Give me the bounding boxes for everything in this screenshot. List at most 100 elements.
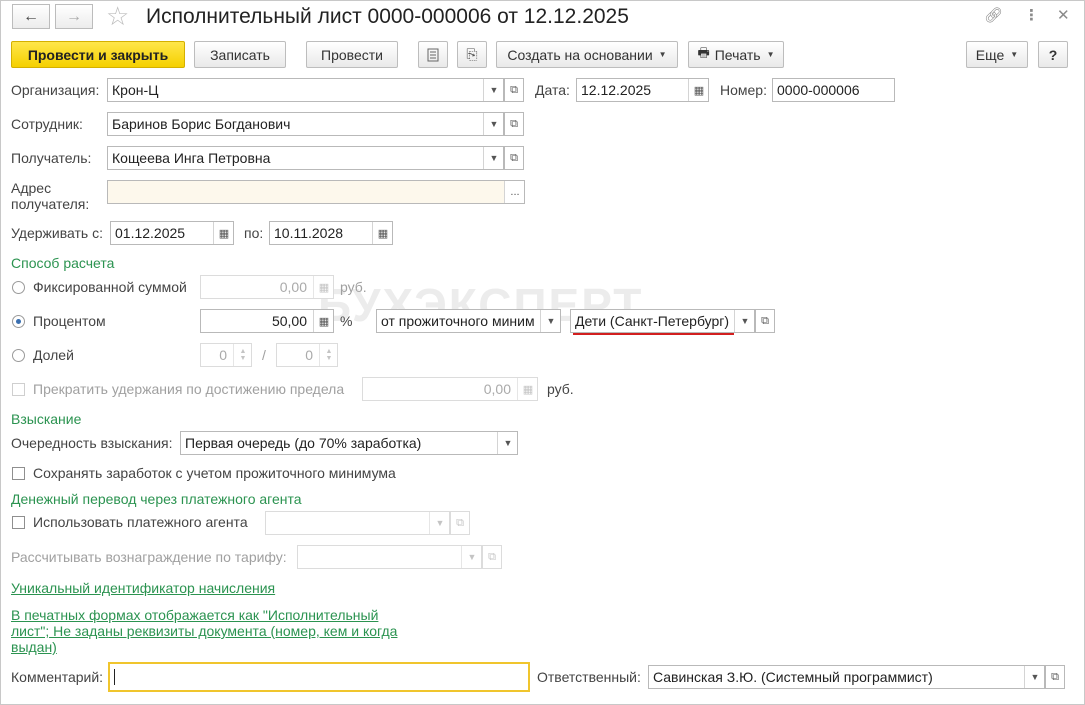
chevron-down-icon[interactable]: ▼ [461,546,481,568]
stop-limit-checkbox[interactable] [12,383,25,396]
fixed-rub-label: руб. [340,279,367,295]
use-agent-checkbox[interactable] [12,516,25,529]
save-button[interactable]: Записать [194,41,286,68]
region-field[interactable]: Дети (Санкт-Петербург) ▼ [570,309,755,333]
journal-button[interactable] [418,41,448,68]
close-icon[interactable]: ✕ [1057,6,1070,26]
order-value: Первая очередь (до 70% заработка) [185,435,422,451]
number-label: Номер: [720,82,767,98]
percent-label: Процентом [33,313,106,329]
calculator-icon[interactable]: ▦ [313,276,333,298]
calendar-icon[interactable]: ▦ [213,222,233,244]
agent-field[interactable]: ▼ [265,511,450,535]
calendar-icon[interactable]: ▦ [372,222,392,244]
uid-link[interactable]: Уникальный идентификатор начисления [11,580,275,596]
percent-base-field[interactable]: от прожиточного миним ▼ [376,309,561,333]
stop-limit-rub: руб. [547,381,574,397]
percent-field[interactable]: 50,00 ▦ [200,309,334,333]
spin-icon[interactable]: ▲ ▼ [233,344,251,366]
withhold-from-field[interactable]: 01.12.2025 ▦ [110,221,234,245]
print-forms-link-line1[interactable]: В печатных формах отображается как "Испо… [11,607,378,623]
chevron-down-icon[interactable]: ▼ [734,310,754,332]
share-label: Долей [33,347,74,363]
share-denominator-value: 0 [305,347,313,363]
percent-value: 50,00 [271,313,307,329]
recipient-field[interactable]: Кощеева Инга Петровна ▼ [107,146,504,170]
recovery-section-title: Взыскание [11,411,82,427]
org-label: Организация: [11,82,100,98]
org-open-button[interactable]: ⧉ [504,78,524,102]
order-field[interactable]: Первая очередь (до 70% заработка) ▼ [180,431,518,455]
link-icon[interactable]: 🔗︎ [984,6,1003,26]
print-button[interactable]: 🖶︎ Печать ▼ [688,41,784,68]
chevron-down-icon[interactable]: ▼ [483,79,503,101]
radio-share[interactable] [12,349,25,362]
arrow-right-icon: → [66,7,82,25]
fixed-amount-value: 0,00 [279,279,307,295]
attach-button[interactable]: ⎘ [457,41,487,68]
tariff-open-button[interactable]: ⧉ [482,545,502,569]
comment-label: Комментарий: [11,669,104,685]
responsible-open-button[interactable]: ⧉ [1045,665,1065,689]
forward-button[interactable]: → [55,4,93,29]
address-label-line2: получателя: [11,196,90,212]
chevron-down-icon[interactable]: ▼ [429,512,449,534]
responsible-field[interactable]: Савинская З.Ю. (Системный программист) ▼ [648,665,1045,689]
calculator-icon[interactable]: ▦ [313,310,333,332]
agent-open-button[interactable]: ⧉ [450,511,470,535]
more-button[interactable]: Еще ▼ [966,41,1028,68]
stop-limit-field[interactable]: 0,00 ▦ [362,377,538,401]
calc-section-title: Способ расчета [11,255,115,271]
share-numerator-field[interactable]: 0 ▲ ▼ [200,343,252,367]
post-and-close-button[interactable]: Провести и закрыть [11,41,185,68]
withhold-to-field[interactable]: 10.11.2028 ▦ [269,221,393,245]
arrow-left-icon: ← [23,7,39,25]
chevron-down-icon[interactable]: ▼ [483,147,503,169]
create-based-on-button[interactable]: Создать на основании ▼ [496,41,678,68]
date-field[interactable]: 12.12.2025 ▦ [576,78,709,102]
print-forms-link-line2[interactable]: лист"; Не заданы реквизиты документа (но… [11,623,397,639]
help-button[interactable]: ? [1038,41,1068,68]
recipient-open-button[interactable]: ⧉ [504,146,524,170]
chevron-down-icon[interactable]: ▼ [483,113,503,135]
chevron-down-icon: ▼ [1010,50,1019,59]
radio-fixed[interactable] [12,281,25,294]
number-field[interactable]: 0000-000006 [772,78,895,102]
tariff-field[interactable]: ▼ [297,545,482,569]
calendar-icon[interactable]: ▦ [688,79,708,101]
back-button[interactable]: ← [12,4,50,29]
comment-field[interactable] [108,662,530,692]
chevron-down-icon[interactable]: ▼ [497,432,517,454]
address-select-button[interactable]: ... [504,181,524,203]
address-field[interactable]: ... [107,180,525,204]
spin-icon[interactable]: ▲ ▼ [319,344,337,366]
help-label: ? [1048,46,1058,63]
fixed-amount-field[interactable]: 0,00 ▦ [200,275,334,299]
radio-percent[interactable] [12,315,25,328]
open-window-icon: ⧉ [510,151,518,164]
region-value: Дети (Санкт-Петербург) [575,313,730,329]
keep-earnings-label: Сохранять заработок с учетом прожиточног… [33,465,396,481]
star-icon[interactable]: ☆ [106,2,129,30]
page-title: Исполнительный лист 0000-000006 от 12.12… [146,5,629,28]
chevron-down-icon[interactable]: ▼ [540,310,560,332]
chevron-down-icon: ▼ [658,50,667,59]
employee-open-button[interactable]: ⧉ [504,112,524,136]
open-window-icon: ⧉ [510,83,518,96]
text-cursor [114,669,115,685]
region-open-button[interactable]: ⧉ [755,309,775,333]
share-denominator-field[interactable]: 0 ▲ ▼ [276,343,338,367]
create-based-label: Создать на основании [507,46,653,63]
calculator-icon[interactable]: ▦ [517,378,537,400]
employee-field[interactable]: Баринов Борис Богданович ▼ [107,112,504,136]
withhold-from-label: Удерживать с: [11,225,103,241]
chevron-down-icon[interactable]: ▼ [1024,666,1044,688]
keep-earnings-checkbox[interactable] [12,467,25,480]
org-field[interactable]: Крон-Ц ▼ [107,78,504,102]
open-window-icon: ⧉ [761,314,769,327]
post-button[interactable]: Провести [306,41,398,68]
share-separator: / [262,347,266,363]
more-vertical-icon[interactable]: ⋮ [1024,6,1039,26]
print-forms-link-line3[interactable]: выдан) [11,639,57,655]
date-value: 12.12.2025 [581,82,652,98]
